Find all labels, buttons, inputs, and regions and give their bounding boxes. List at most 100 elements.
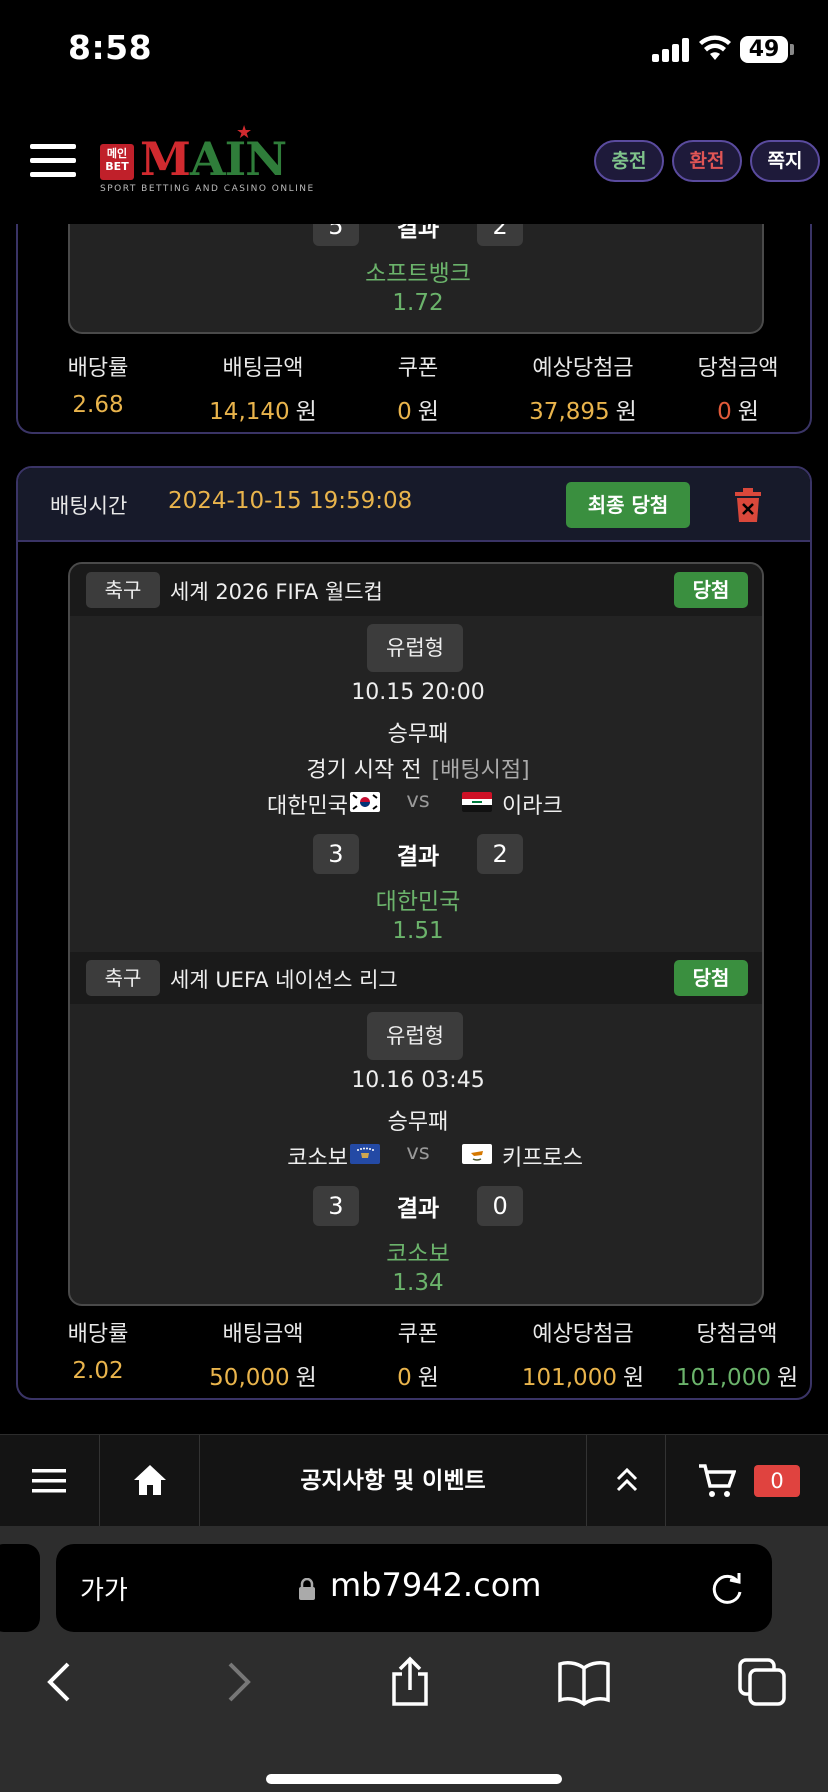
nav-menu-button[interactable]: [0, 1435, 100, 1527]
tabs-icon[interactable]: [736, 1656, 788, 1708]
bet-summary: 배당률 2.02 배팅금액 50,000 원 쿠폰 0원 예상당첨금 101,00…: [18, 1316, 810, 1391]
selected-odds: 1.34: [392, 1270, 444, 1296]
bet-header: 배팅시간 2024-10-15 19:59:08 최종 당첨: [18, 468, 810, 542]
win-amount-label: 당첨금액: [697, 356, 779, 381]
league-name: 세계 2026 FIFA 월드컵: [170, 580, 383, 604]
reader-options-button[interactable]: 가가: [80, 1570, 128, 1607]
cart-count-badge[interactable]: 0: [754, 1465, 800, 1497]
battery-level: 49: [740, 36, 788, 63]
bet-history-list[interactable]: 5 결과 2 소프트뱅크 1.72 배당률 2.68 배팅금액 14,140 원 …: [0, 224, 828, 1434]
expected-label: 예상당첨금: [532, 356, 634, 381]
coupon-value: 0: [397, 1365, 412, 1391]
lock-icon: [299, 1578, 315, 1600]
status-bar: 8:58 49: [0, 0, 828, 100]
star-icon: ★: [236, 122, 253, 143]
charge-button[interactable]: 충전: [594, 140, 664, 182]
forward-icon[interactable]: [212, 1656, 264, 1708]
selected-odds: 1.72: [392, 290, 444, 316]
scroll-top-button[interactable]: [586, 1435, 666, 1527]
previous-tab-preview[interactable]: [0, 1544, 40, 1632]
address-bar[interactable]: 가가 mb7942.com: [56, 1544, 772, 1632]
match-datetime: 10.15 20:00: [351, 680, 485, 705]
chevron-double-up-icon[interactable]: [615, 1465, 639, 1495]
league-bar: 축구 세계 UEFA 네이션스 리그 당첨: [70, 952, 762, 1004]
selected-odds: 1.51: [392, 918, 444, 944]
bet-card: 배팅시간 2024-10-15 19:59:08 최종 당첨 축구 세계 202…: [16, 466, 812, 1400]
match-list: 축구 세계 2026 FIFA 월드컵 당첨 유럽형 10.15 20:00 승…: [68, 562, 764, 1306]
home-score: 5: [312, 224, 359, 246]
status-badge: 당첨: [674, 960, 748, 996]
result-label: 결과: [396, 844, 440, 870]
amount-value: 50,000: [209, 1365, 290, 1391]
winner-team: 대한민국: [375, 889, 461, 915]
winner-team: 코소보: [386, 1241, 450, 1267]
bet-time-value: 2024-10-15 19:59:08: [168, 488, 413, 514]
result-label: 결과: [396, 1196, 440, 1222]
message-button[interactable]: 쪽지: [750, 140, 820, 182]
home-score: 3: [312, 834, 359, 874]
app-header: 메인BET MAIN ★ SPORT BETTING AND CASINO ON…: [0, 100, 828, 224]
status-time: 8:58: [68, 28, 153, 67]
expected-value: 101,000: [521, 1365, 617, 1391]
result-row: 5 결과 2: [70, 224, 762, 248]
bookmarks-icon[interactable]: [558, 1656, 610, 1708]
coupon-label: 쿠폰: [397, 1322, 439, 1347]
sport-tag: 축구: [86, 572, 160, 608]
expected-label: 예상당첨금: [532, 1322, 634, 1347]
battery-tip: [790, 44, 794, 55]
bottom-nav: 공지사항 및 이벤트 0: [0, 1434, 828, 1527]
away-score: 2: [477, 834, 524, 874]
match-detail: 5 결과 2 소프트뱅크 1.72: [68, 224, 764, 334]
coupon-label: 쿠폰: [397, 356, 439, 381]
exchange-button[interactable]: 환전: [672, 140, 742, 182]
menu-icon[interactable]: [32, 1467, 66, 1495]
market-name: 승무패: [387, 722, 449, 747]
wifi-icon: [699, 35, 731, 60]
cellular-signal-icon: [652, 38, 692, 62]
cyprus-flag-icon: [462, 1144, 492, 1164]
browser-chrome: 가가 mb7942.com: [0, 1526, 828, 1792]
odds-value: 2.02: [72, 1358, 124, 1384]
bet-time-label: 배팅시간: [50, 494, 128, 518]
vs-label: vs: [406, 1140, 430, 1164]
match-datetime: 10.16 03:45: [351, 1068, 485, 1093]
bet-card: 5 결과 2 소프트뱅크 1.72 배당률 2.68 배팅금액 14,140 원 …: [16, 224, 812, 434]
away-team: 키프로스: [502, 1146, 583, 1171]
teams-row: 대한민국 vs 이라크: [70, 786, 762, 819]
trash-icon[interactable]: [734, 488, 762, 522]
back-icon[interactable]: [34, 1656, 86, 1708]
bet-summary: 배당률 2.68 배팅금액 14,140 원 쿠폰 0원 예상당첨금 37,895…: [18, 350, 810, 425]
odds-label: 배당률: [67, 1322, 129, 1347]
status-badge: 당첨: [674, 572, 748, 608]
cart-icon[interactable]: [698, 1463, 736, 1499]
site-logo[interactable]: 메인BET MAIN ★ SPORT BETTING AND CASINO ON…: [98, 122, 313, 198]
menu-icon[interactable]: [30, 144, 76, 178]
market-name: 승무패: [387, 1110, 449, 1135]
odds-type-tag: 유럽형: [367, 1012, 463, 1060]
odds-type-tag: 유럽형: [367, 624, 463, 672]
logo-wordmark: MAIN: [140, 132, 287, 186]
amount-value: 14,140: [209, 399, 290, 425]
winner-team: 소프트뱅크: [365, 261, 471, 287]
url-text[interactable]: mb7942.com: [330, 1566, 541, 1604]
league-bar: 축구 세계 2026 FIFA 월드컵 당첨: [70, 564, 762, 616]
coupon-value: 0: [397, 399, 412, 425]
share-icon[interactable]: [384, 1656, 436, 1708]
result-label: 결과: [396, 224, 440, 242]
result-row: 3 결과 2: [70, 834, 762, 876]
expected-value: 37,895: [529, 399, 610, 425]
home-icon[interactable]: [132, 1463, 168, 1497]
away-score: 2: [477, 224, 524, 246]
reload-icon[interactable]: [708, 1568, 746, 1608]
logo-tagline: SPORT BETTING AND CASINO ONLINE: [100, 184, 315, 194]
notice-event-link[interactable]: 공지사항 및 이벤트: [200, 1435, 586, 1527]
sport-tag: 축구: [86, 960, 160, 996]
amount-label: 배팅금액: [222, 356, 304, 381]
nav-home-button[interactable]: [100, 1435, 200, 1527]
league-name: 세계 UEFA 네이션스 리그: [170, 968, 398, 992]
iraq-flag-icon: [462, 792, 492, 812]
away-score: 0: [477, 1186, 524, 1226]
teams-row: 코소보 vs 키프로스: [70, 1138, 762, 1171]
final-win-button[interactable]: 최종 당첨: [566, 482, 690, 528]
odds-value: 2.68: [72, 392, 124, 418]
